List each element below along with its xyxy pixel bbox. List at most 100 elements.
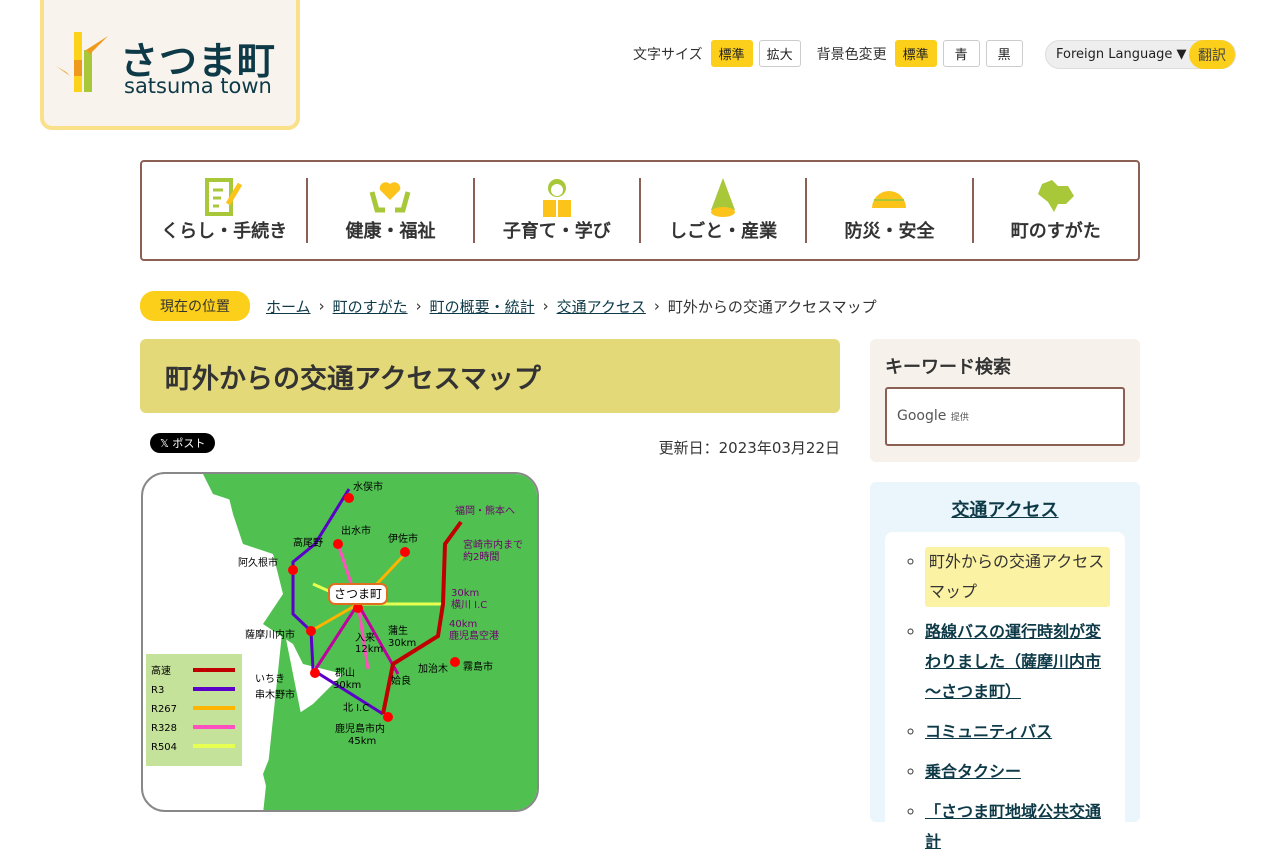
legend-label: R267: [151, 704, 177, 715]
side-item-link[interactable]: 乗合タクシー: [925, 762, 1021, 781]
map-label: 30km: [333, 680, 361, 691]
map-label: 薩摩川内市: [245, 628, 295, 641]
side-item[interactable]: 「さつま町地域公共交通計: [925, 797, 1110, 857]
map-label: 水俣市: [353, 480, 383, 493]
current-location-badge: 現在の位置: [140, 291, 250, 321]
document-pen-icon: [205, 178, 243, 216]
nav-item-living[interactable]: くらし・手続き: [142, 178, 309, 243]
side-menu-list: 町外からの交通アクセスマップ 路線バスの運行時刻が変わりました（薩摩川内市～さつ…: [885, 532, 1125, 851]
map-label: 30km: [388, 638, 416, 649]
breadcrumb-overview[interactable]: 町の概要・統計: [430, 296, 535, 317]
legend-label: R504: [151, 742, 177, 753]
bamboo-shoot-icon: [711, 178, 736, 217]
keyword-search: キーワード検索 Google 提供: [870, 339, 1140, 462]
map-label: 出水市: [341, 524, 371, 537]
legend-label: R3: [151, 685, 164, 696]
font-large-button[interactable]: 拡大: [758, 40, 801, 67]
map-label: 北 I.C: [343, 702, 369, 714]
legend-swatch: [193, 668, 235, 672]
bg-standard-button[interactable]: 標準: [894, 40, 937, 67]
breadcrumb: 現在の位置 ホーム › 町のすがた › 町の概要・統計 › 交通アクセス › 町外からの…: [140, 291, 877, 321]
map-label: 45km: [348, 736, 376, 747]
map-label: 鹿児島空港: [449, 629, 499, 642]
map-label: 高尾野: [293, 536, 323, 549]
sep: ›: [318, 297, 325, 315]
map-label: 郡山: [335, 667, 355, 679]
child-reading-icon: [542, 179, 571, 217]
nav-label: 子育て・学び: [502, 221, 611, 242]
map-label: 串木野市: [255, 688, 295, 701]
map-label: 入来: [355, 632, 375, 644]
breadcrumb-town[interactable]: 町のすがた: [333, 296, 408, 317]
map-label: 霧島市: [463, 660, 493, 673]
nav-label: くらし・手続き: [161, 221, 288, 242]
helmet-icon: [872, 191, 907, 208]
page-title: 町外からの交通アクセスマップ: [140, 339, 840, 413]
legend-label: R328: [151, 723, 177, 734]
map-label: 伊佐市: [388, 532, 418, 545]
map-label: 横川 I.C: [451, 598, 487, 611]
map-label: 福岡・熊本へ: [455, 504, 515, 517]
sep: ›: [653, 297, 660, 315]
site-logo[interactable]: さつま町 satsuma town: [40, 0, 300, 130]
google-brand: Google: [897, 408, 947, 424]
map-label: 鹿児島市内: [335, 722, 385, 735]
nav-label: 町のすがた: [1010, 221, 1101, 242]
global-nav: くらし・手続き 健康・福祉 子育て・学び しごと・産業 防災・安全 町のすがた: [140, 160, 1140, 261]
breadcrumb-access[interactable]: 交通アクセス: [557, 296, 646, 317]
access-map: さつま町 水俣市 出水市 伊佐市 高尾野 阿久根市 薩摩川内市 入来 12km 蒲生 30km 郡山…: [141, 472, 539, 812]
font-standard-button[interactable]: 標準: [710, 40, 753, 67]
bg-color-label: 背景色変更: [816, 46, 887, 63]
map-label: 12km: [355, 644, 383, 655]
nav-label: 防災・安全: [844, 221, 935, 242]
map-label: 30km: [451, 588, 479, 599]
legend-swatch: [193, 725, 235, 729]
font-size-label: 文字サイズ: [633, 46, 703, 63]
side-item[interactable]: コミュニティバス: [925, 717, 1110, 747]
translate-button[interactable]: 翻訳: [1189, 40, 1235, 69]
nav-item-work[interactable]: しごと・産業: [641, 178, 808, 243]
map-label: 宮崎市内まで: [463, 538, 523, 551]
language-label: Foreign Language ▼: [1056, 47, 1187, 62]
map-label: 阿久根市: [238, 556, 278, 569]
legend-label: 高速: [151, 664, 171, 677]
bg-black-button[interactable]: 黒: [985, 40, 1023, 67]
map-center-label: さつま町: [334, 587, 382, 601]
sep: ›: [415, 297, 422, 315]
breadcrumb-home[interactable]: ホーム: [266, 296, 311, 317]
map-label: 蒲生: [388, 624, 408, 637]
side-item[interactable]: 乗合タクシー: [925, 757, 1110, 787]
access-map-image: さつま町 水俣市出水市伊佐市高尾野阿久根市薩摩川内市 入来12km蒲生30km郡山…: [146, 474, 537, 810]
side-menu-title[interactable]: 交通アクセス: [870, 496, 1140, 522]
town-map-icon: [1037, 180, 1074, 212]
legend-swatch: [193, 744, 235, 748]
side-item-link[interactable]: コミュニティバス: [925, 722, 1052, 741]
nav-label: しごと・産業: [669, 221, 778, 242]
provided-label: 提供: [950, 413, 969, 423]
side-item[interactable]: 路線バスの運行時刻が変わりました（薩摩川内市～さつま町）: [925, 617, 1110, 707]
display-tools: 文字サイズ 標準 拡大 背景色変更 標準 青 黒: [633, 40, 1029, 67]
side-item-current: 町外からの交通アクセスマップ: [925, 547, 1110, 607]
search-input[interactable]: Google 提供: [885, 387, 1125, 446]
bamboo-logo-icon: [56, 32, 108, 92]
map-label: いちき: [255, 673, 285, 685]
side-item-link[interactable]: 「さつま町地域公共交通計: [925, 802, 1101, 851]
legend-swatch: [193, 687, 235, 691]
side-item-link[interactable]: 路線バスの運行時刻が変わりました（薩摩川内市～さつま町）: [925, 622, 1101, 701]
map-label: 加治木: [418, 662, 448, 675]
nav-item-education[interactable]: 子育て・学び: [475, 178, 641, 243]
updated-date: 更新日：2023年03月22日: [658, 439, 840, 457]
side-menu: 交通アクセス 町外からの交通アクセスマップ 路線バスの運行時刻が変わりました（薩…: [870, 482, 1140, 851]
map-label: 約2時間: [463, 550, 499, 563]
nav-item-safety[interactable]: 防災・安全: [807, 178, 974, 243]
map-label: 40km: [449, 619, 477, 630]
nav-item-town[interactable]: 町のすがた: [974, 178, 1138, 243]
breadcrumb-current: 町外からの交通アクセスマップ: [667, 297, 877, 316]
logo-en: satsuma town: [124, 74, 272, 98]
search-title: キーワード検索: [885, 357, 1011, 378]
bg-blue-button[interactable]: 青: [942, 40, 980, 67]
side-item-label: 町外からの交通アクセスマップ: [925, 547, 1110, 607]
foreign-language-select[interactable]: Foreign Language ▼ 翻訳: [1045, 40, 1236, 69]
nav-item-health[interactable]: 健康・福祉: [308, 178, 475, 243]
x-post-button[interactable]: 𝕏 ポスト: [150, 433, 216, 453]
